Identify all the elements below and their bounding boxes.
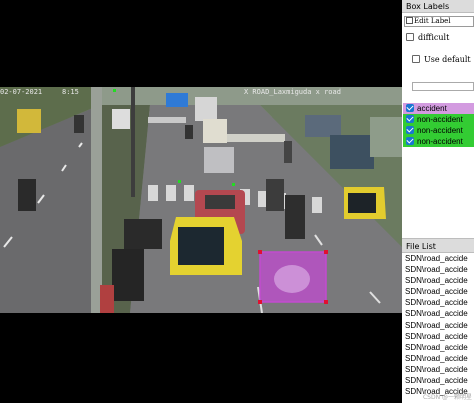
- default-label-input[interactable]: [412, 82, 474, 91]
- file-item[interactable]: SDN\road_accide: [402, 286, 474, 297]
- file-list[interactable]: SDN\road_accide SDN\road_accide SDN\road…: [402, 253, 474, 403]
- file-item[interactable]: SDN\road_accide: [402, 264, 474, 275]
- labelimg-window: 02-07-2021 8:15 X ROAD_Laxmiguda x road …: [0, 0, 474, 403]
- label-item-non-accident[interactable]: non-accident: [403, 125, 474, 136]
- file-item[interactable]: SDN\road_accide: [402, 375, 474, 386]
- file-item[interactable]: SDN\road_accide: [402, 331, 474, 342]
- accident-bounding-box[interactable]: [258, 250, 328, 304]
- edit-label-text: Edit Label: [414, 17, 451, 25]
- overlay-camera: X ROAD_Laxmiguda x road: [244, 88, 341, 96]
- file-item[interactable]: SDN\road_accide: [402, 342, 474, 353]
- check-icon[interactable]: [406, 126, 414, 134]
- use-default-label: Use default: [424, 55, 471, 64]
- image-canvas[interactable]: 02-07-2021 8:15 X ROAD_Laxmiguda x road: [0, 0, 402, 403]
- use-default-checkbox-box[interactable]: [412, 55, 420, 63]
- edit-label-icon: [406, 17, 413, 24]
- label-item-non-accident[interactable]: non-accident: [403, 136, 474, 147]
- file-item[interactable]: SDN\road_accide: [402, 253, 474, 264]
- label-item-text: non-accident: [417, 137, 463, 146]
- difficult-label: difficult: [418, 33, 450, 42]
- file-item[interactable]: SDN\road_accide: [402, 364, 474, 375]
- file-item[interactable]: SDN\road_accide: [402, 275, 474, 286]
- difficult-checkbox-box[interactable]: [406, 33, 414, 41]
- overlay-time: 8:15: [62, 88, 79, 96]
- label-item-non-accident[interactable]: non-accident: [403, 114, 474, 125]
- check-icon[interactable]: [406, 104, 414, 112]
- label-item-text: non-accident: [417, 115, 463, 124]
- check-icon[interactable]: [406, 115, 414, 123]
- file-item[interactable]: SDN\road_accide: [402, 297, 474, 308]
- watermark: CSDN @一颗明星: [422, 394, 472, 401]
- box-labels-title: Box Labels: [402, 0, 474, 13]
- use-default-checkbox[interactable]: Use default: [412, 55, 471, 64]
- road-scene-image[interactable]: [0, 87, 402, 313]
- file-item[interactable]: SDN\road_accide: [402, 308, 474, 319]
- edit-label-button[interactable]: Edit Label: [404, 16, 474, 27]
- label-item-text: non-accident: [417, 126, 463, 135]
- check-icon[interactable]: [406, 137, 414, 145]
- file-item[interactable]: SDN\road_accide: [402, 320, 474, 331]
- road-photo: [0, 87, 402, 313]
- file-item[interactable]: SDN\road_accide: [402, 353, 474, 364]
- difficult-checkbox[interactable]: difficult: [406, 33, 449, 42]
- label-item-text: accident: [417, 104, 447, 113]
- label-list[interactable]: accident non-accident non-accident non-a…: [403, 103, 474, 147]
- file-list-title: File List: [402, 238, 474, 253]
- overlay-date: 02-07-2021: [0, 88, 43, 96]
- label-item-accident[interactable]: accident: [403, 103, 474, 114]
